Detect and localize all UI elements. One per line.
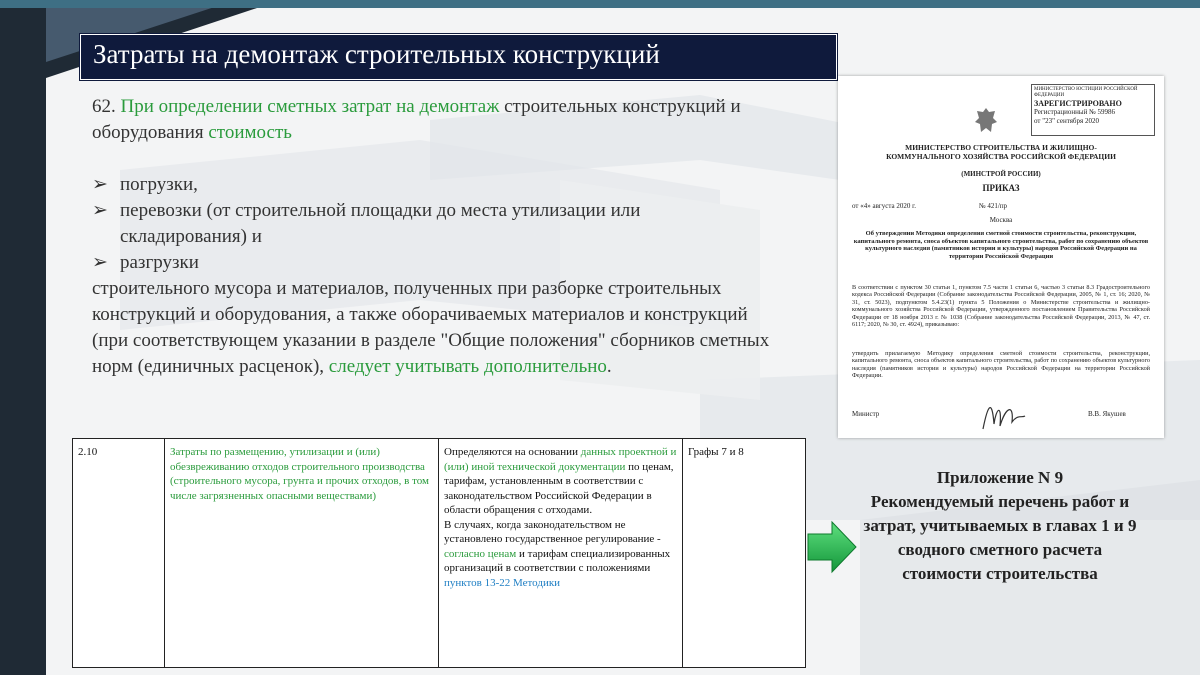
- table-cell-cost-name: Затраты по размещению, утилизации и (или…: [165, 439, 439, 667]
- main-text-block: 62. При определении сметных затрат на де…: [92, 94, 772, 380]
- order-document-image: МИНИСТЕРСТВО ЮСТИЦИИ РОССИЙСКОЙ ФЕДЕРАЦИ…: [838, 76, 1164, 438]
- appendix-text: Рекомендуемый перечень работ и затрат, у…: [863, 492, 1137, 583]
- methodology-link[interactable]: пунктов 13-22 Методики: [444, 577, 560, 589]
- doc-order-title: ПРИКАЗ: [982, 183, 1020, 193]
- excerpt-table: 2.10 Затраты по размещению, утилизации и…: [72, 438, 806, 668]
- doc-ministry: МИНИСТЕРСТВО СТРОИТЕЛЬСТВА И ЖИЛИЩНО-КОМ…: [886, 143, 1116, 161]
- body-paragraph: строительного мусора и материалов, получ…: [92, 276, 772, 380]
- stamp-line: МИНИСТЕРСТВО ЮСТИЦИИ РОССИЙСКОЙ ФЕДЕРАЦИ…: [1034, 87, 1138, 98]
- doc-city: Москва: [989, 216, 1013, 224]
- coat-of-arms-icon: [975, 108, 997, 132]
- stamp-line: от "23" сентября 2020: [1034, 117, 1099, 125]
- body-green-text: следует учитывать дополнительно: [328, 356, 607, 377]
- arrow-right-icon: [807, 520, 857, 574]
- bullet-text: погрузки,: [120, 174, 198, 195]
- registration-stamp: МИНИСТЕРСТВО ЮСТИЦИИ РОССИЙСКОЙ ФЕДЕРАЦИ…: [1031, 84, 1155, 136]
- doc-body-1: В соответствии с пунктом 30 статьи 1, пу…: [852, 284, 1150, 329]
- table-cell-method: Определяются на основании данных проектн…: [439, 439, 683, 667]
- arrow-bullet-icon: ➢: [92, 174, 108, 195]
- slide-title: Затраты на демонтаж строительных констру…: [93, 39, 660, 69]
- doc-body-2: утвердить прилагаемую Методику определен…: [852, 350, 1150, 380]
- doc-subject: Об утверждении Методики определения смет…: [853, 230, 1149, 260]
- bullet-text: перевозки (от строительной площадки до м…: [120, 200, 641, 247]
- bullet-item: ➢ разгрузки: [92, 250, 772, 276]
- top-stripe: [0, 0, 1200, 8]
- appendix-heading: Приложение N 9: [936, 468, 1064, 487]
- arrow-bullet-icon: ➢: [92, 252, 108, 273]
- doc-short-name: (МИНСТРОЙ РОССИИ): [961, 170, 1041, 178]
- intro-paragraph: 62. При определении сметных затрат на де…: [92, 94, 772, 146]
- bullet-text: разгрузки: [120, 252, 199, 273]
- slide-title-bar: Затраты на демонтаж строительных констру…: [80, 34, 837, 80]
- signature-icon: [982, 407, 1026, 430]
- cell-text: В случаях, когда законодательством не ус…: [444, 518, 661, 546]
- cell-text: Графы 7 и 8: [688, 446, 744, 458]
- doc-date-line: от «4» августа 2020 г. № 421/пр: [852, 202, 1008, 210]
- left-decor-bar: [0, 0, 46, 675]
- arrow-bullet-icon: ➢: [92, 200, 108, 221]
- cell-text: Определяются на основании: [444, 446, 581, 458]
- intro-number: 62.: [92, 96, 121, 117]
- stamp-line: Регистрационный № 59986: [1034, 108, 1115, 116]
- intro-green-2: стоимость: [208, 122, 292, 143]
- body-end: .: [606, 356, 612, 377]
- table-cell-columns: Графы 7 и 8: [683, 439, 805, 667]
- doc-signer-role: Министр: [852, 410, 880, 418]
- bullet-item: ➢ перевозки (от строительной площадки до …: [92, 198, 772, 250]
- appendix-note: Приложение N 9 Рекомендуемый перечень ра…: [862, 466, 1138, 586]
- doc-signer-name: В.В. Якушев: [1088, 410, 1126, 418]
- cell-text: 2.10: [78, 446, 98, 458]
- stamp-line: ЗАРЕГИСТРИРОВАНО: [1034, 99, 1122, 108]
- cell-text: Затраты по размещению, утилизации и (или…: [170, 446, 429, 502]
- cell-green-text: согласно ценам: [444, 547, 517, 560]
- bullet-item: ➢ погрузки,: [92, 172, 772, 198]
- intro-green-1: При определении сметных затрат на демонт…: [120, 96, 500, 117]
- table-cell-number: 2.10: [73, 439, 165, 667]
